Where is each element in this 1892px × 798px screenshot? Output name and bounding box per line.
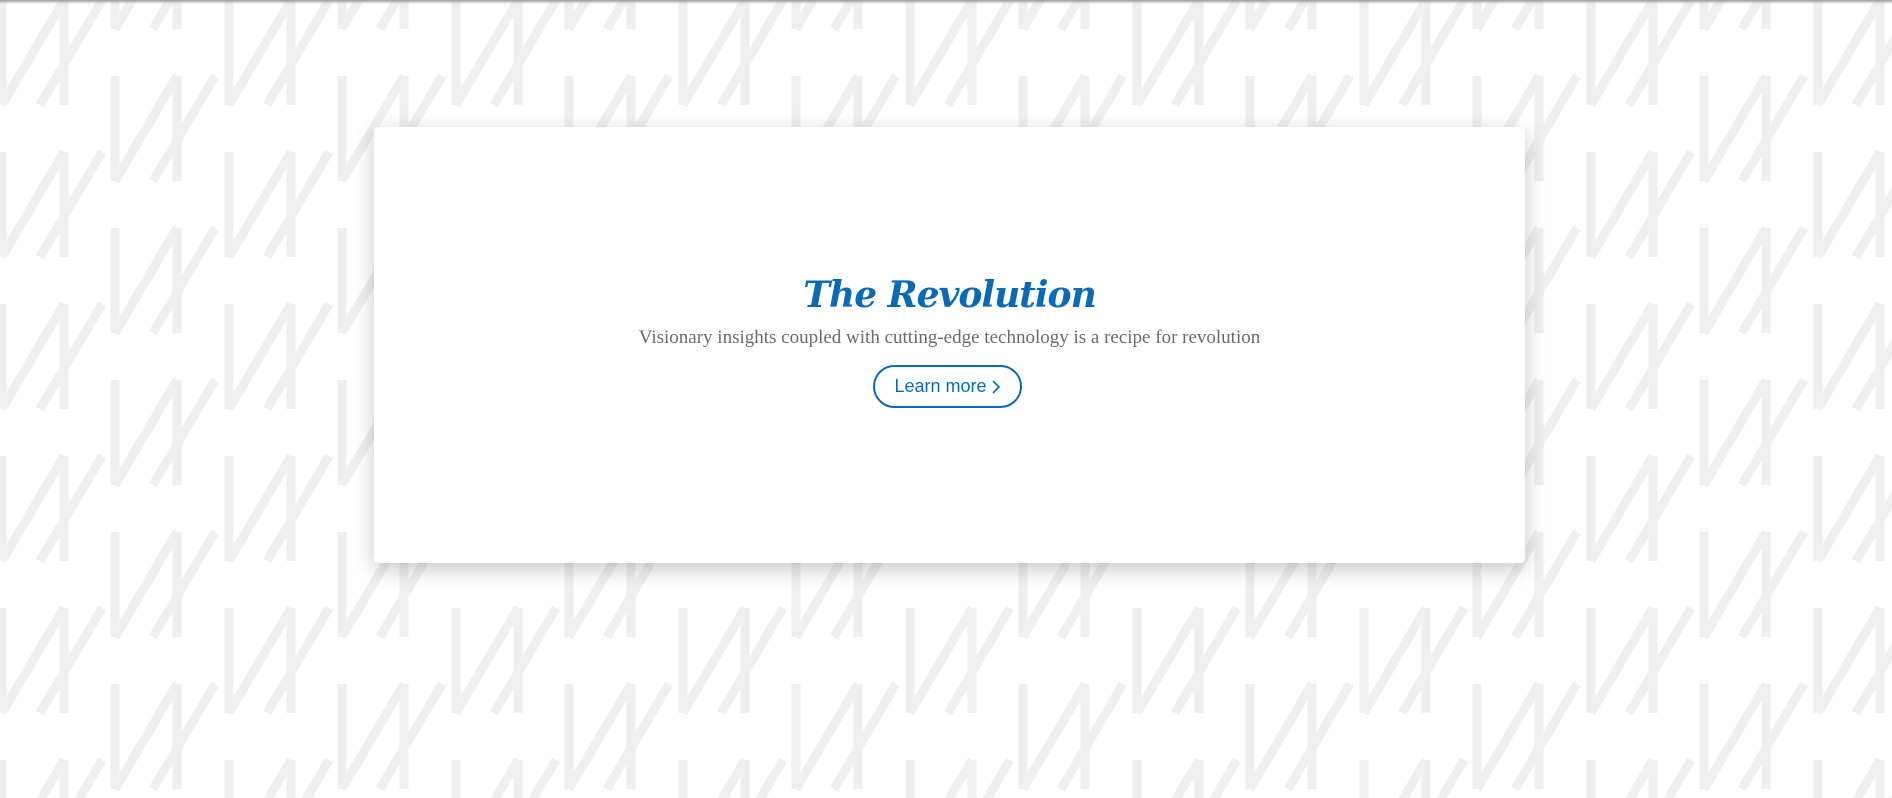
learn-more-button[interactable]: Learn more bbox=[873, 365, 1022, 408]
hero-card: The Revolution Visionary insights couple… bbox=[374, 127, 1525, 563]
hero-title: The Revolution bbox=[803, 274, 1097, 316]
hero-subtitle: Visionary insights coupled with cutting-… bbox=[638, 327, 1261, 348]
chevron-right-icon bbox=[991, 379, 1000, 394]
page: The Revolution Visionary insights couple… bbox=[0, 0, 1892, 798]
top-edge-shadow bbox=[0, 0, 1892, 4]
learn-more-label: Learn more bbox=[894, 376, 987, 396]
